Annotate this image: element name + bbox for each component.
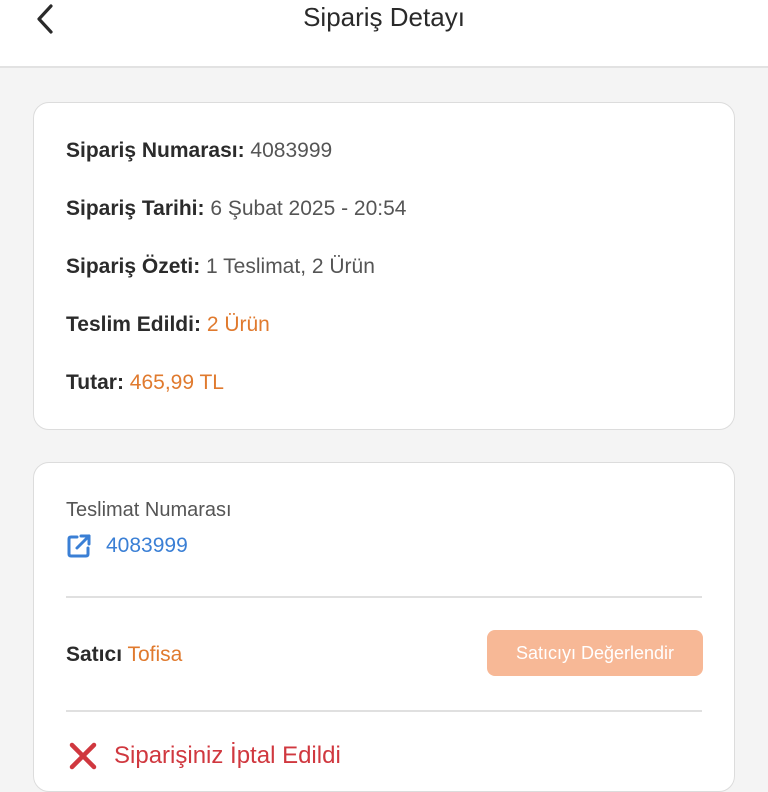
delivered-row: Teslim Edildi: 2 Ürün: [66, 311, 270, 339]
delivered-value: 2 Ürün: [206, 313, 270, 336]
delivered-label: Teslim Edildi:: [66, 313, 201, 336]
order-summary-label: Sipariş Özeti:: [66, 255, 201, 278]
delivery-number-label: Teslimat Numarası: [66, 499, 232, 521]
rate-seller-button[interactable]: Satıcıyı Değerlendir: [487, 630, 703, 676]
cancel-status: Siparişiniz İptal Edildi: [68, 741, 341, 771]
seller-name[interactable]: Tofisa: [128, 643, 183, 666]
order-summary-value: 1 Teslimat, 2 Ürün: [206, 255, 375, 278]
order-summary-card: Sipariş Numarası: 4083999 Sipariş Tarihi…: [33, 102, 735, 430]
order-number-label: Sipariş Numarası:: [66, 139, 245, 162]
delivery-card: Teslimat Numarası 4083999 Satıcı Tofisa …: [33, 462, 735, 792]
page-title: Sipariş Detayı: [303, 2, 465, 32]
divider: [66, 596, 702, 598]
order-number-row: Sipariş Numarası: 4083999: [66, 137, 332, 165]
order-date-label: Sipariş Tarihi:: [66, 197, 205, 220]
app-header: Sipariş Detayı: [0, 0, 768, 68]
order-summary-row: Sipariş Özeti: 1 Teslimat, 2 Ürün: [66, 253, 375, 281]
delivery-number: 4083999: [106, 534, 188, 557]
total-value: 465,99 TL: [129, 371, 224, 394]
close-icon: [69, 742, 97, 770]
divider: [66, 710, 702, 712]
external-link-icon: [67, 534, 91, 558]
seller-label: Satıcı: [66, 643, 123, 666]
total-row: Tutar: 465,99 TL: [66, 369, 224, 397]
total-label: Tutar:: [66, 371, 124, 394]
cancel-status-text: Siparişiniz İptal Edildi: [114, 742, 341, 769]
order-date-value: 6 Şubat 2025 - 20:54: [210, 197, 407, 220]
order-date-row: Sipariş Tarihi: 6 Şubat 2025 - 20:54: [66, 195, 407, 223]
seller-row: Satıcı Tofisa: [66, 641, 182, 669]
order-number-value: 4083999: [250, 139, 333, 162]
delivery-number-link[interactable]: 4083999: [66, 533, 188, 559]
